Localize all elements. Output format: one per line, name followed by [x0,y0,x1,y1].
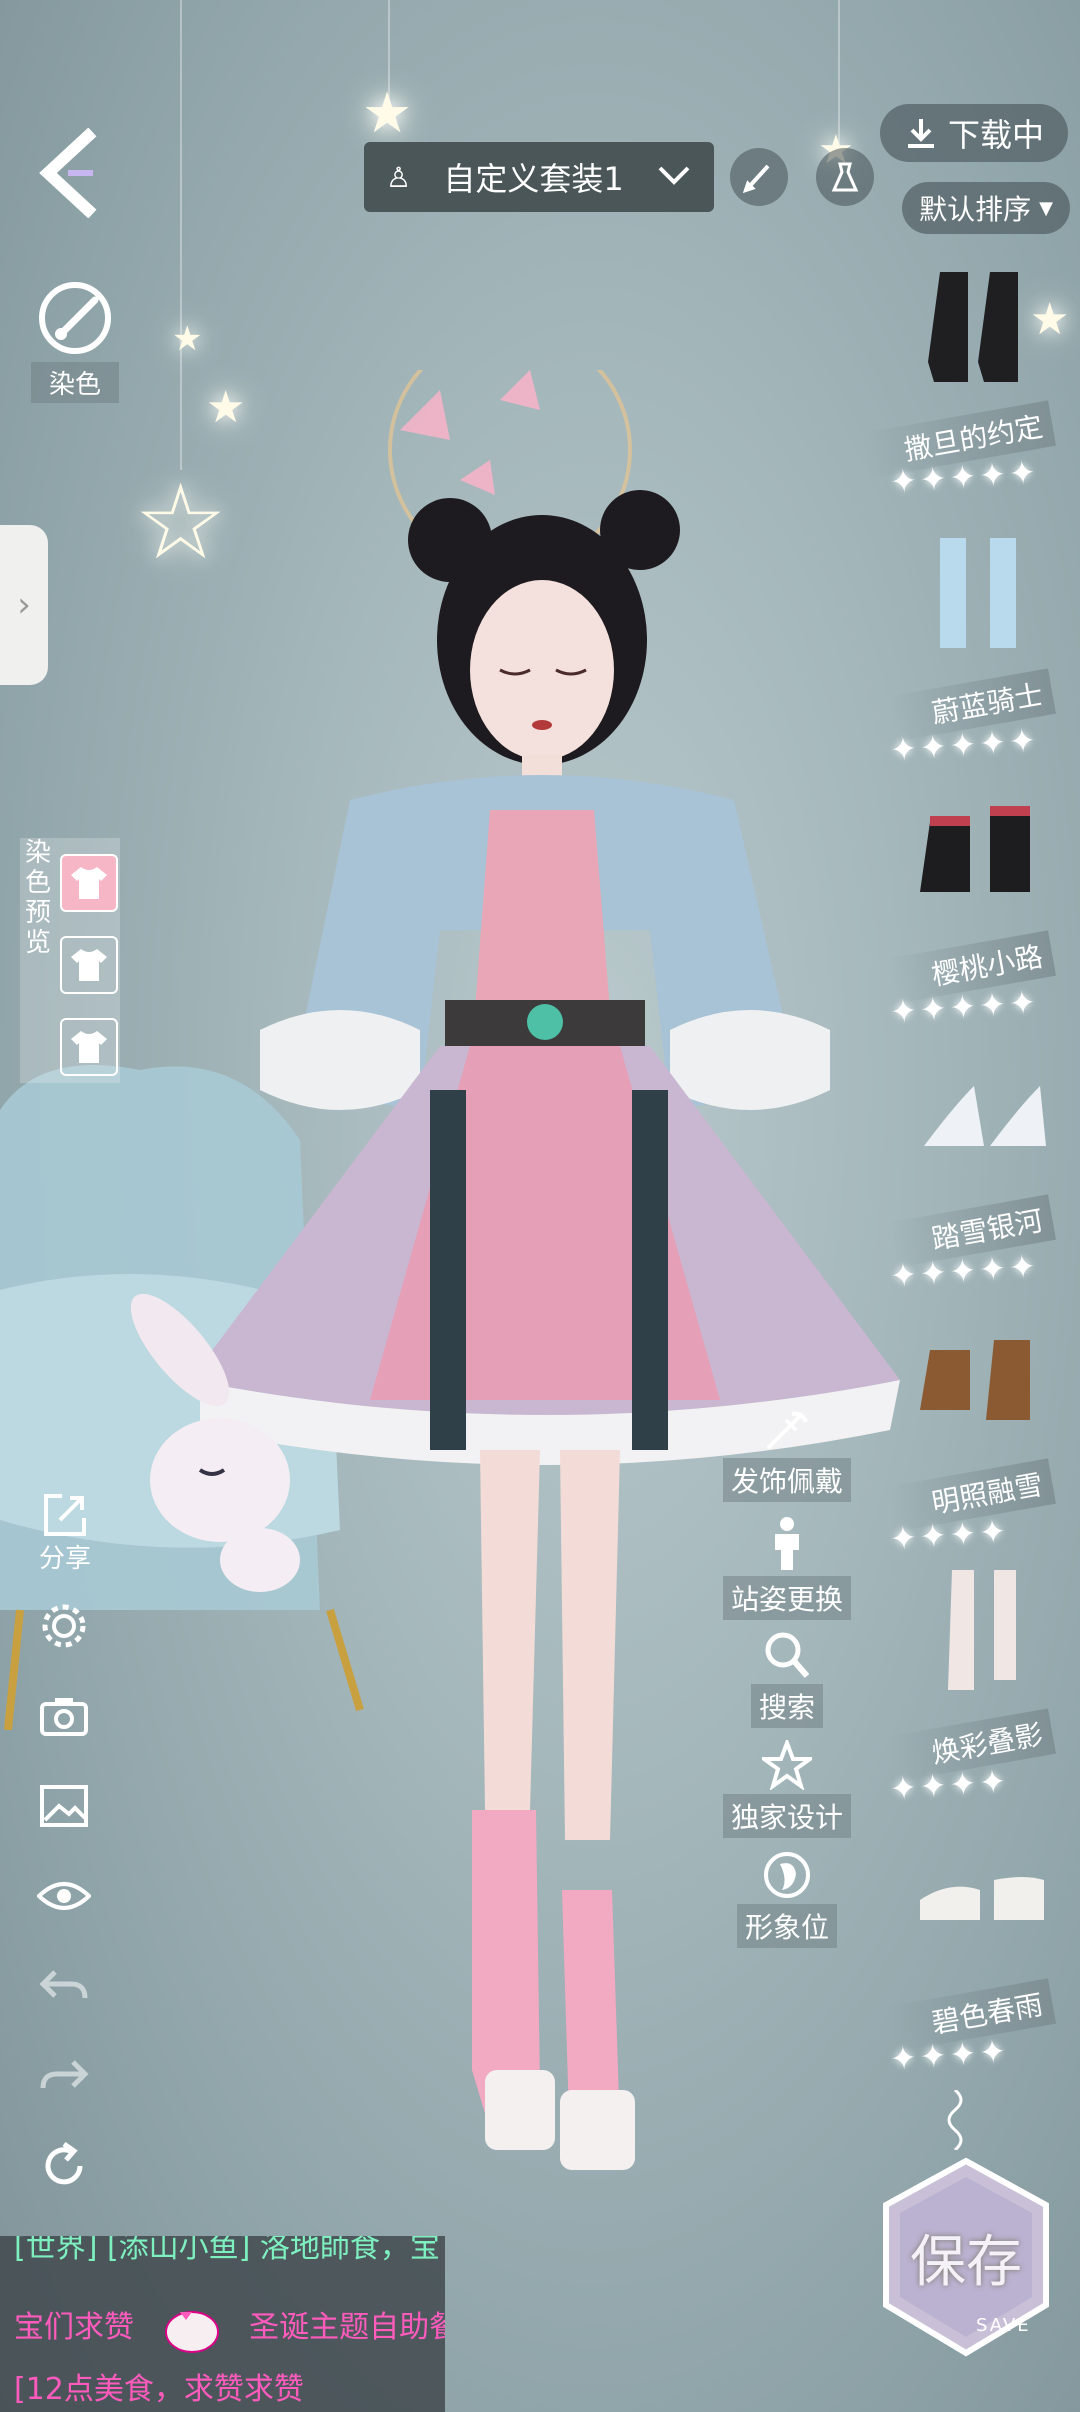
star-decoration-icon: ★ [172,319,203,359]
download-icon [907,119,934,148]
palette-icon [39,282,111,354]
share-button[interactable]: 分享 [30,1492,100,1575]
shoe-item[interactable]: 樱桃小路 ✦✦✦✦✦ [888,792,1070,1042]
dye-preview-title: 染 色 预 览 [24,838,51,958]
plush-rabbit [130,1293,300,1592]
sort-label: 默认排序 [919,193,1032,226]
chevron-right-icon: › [17,585,31,625]
avatar-slot-button[interactable]: 形象位 [722,1850,852,1948]
chat-panel[interactable]: [世界] [添山小鱼] 洛地師食，宝 宝们求赞 圣诞主题自助餐 [12点美食，求… [0,2236,445,2412]
person-icon [775,1517,799,1570]
hairpin-icon [766,1411,808,1450]
shoe-rating: ✦✦✦✦ [888,1761,1011,1809]
share-label: 分享 [38,1544,91,1574]
outfit-selector[interactable]: ♙ 自定义套装1 [364,142,714,212]
eye-icon [37,1882,91,1910]
settings-button[interactable] [34,1596,94,1656]
hanging-thread [180,0,182,470]
chevron-down-icon [656,158,692,196]
shoe-rating: ✦✦✦✦ [888,2031,1011,2079]
search-icon [765,1632,810,1678]
avatar-label: 形象位 [736,1904,837,1948]
shirt-icon [71,949,107,981]
search-button[interactable]: 搜索 [722,1630,852,1728]
back-arrow-icon [39,127,97,219]
shoe-thumbnail [920,806,1030,892]
image-icon [40,1785,88,1827]
profile-icon [764,1852,810,1898]
reset-button[interactable] [34,2136,94,2196]
download-label: 下载中 [947,116,1044,154]
pose-label: 站姿更换 [722,1576,851,1620]
camera-icon [40,1698,88,1736]
hide-ui-button[interactable] [34,1866,94,1926]
side-panel-toggle[interactable]: › [0,525,48,685]
shoe-item[interactable]: 明照融雪 ✦✦✦✦ [888,1320,1070,1570]
shoe-item[interactable]: 撒旦的约定 ✦✦✦✦✦ [860,262,1070,512]
undo-icon [39,1970,88,1999]
dye-label: 染色 [30,362,119,403]
outfit-button[interactable] [816,148,874,206]
chat-message: 宝们求赞 圣诞主题自助餐 [14,2302,445,2354]
exclusive-label: 独家设计 [722,1794,851,1838]
share-icon [44,1494,86,1536]
spring-decoration [947,2090,963,2150]
dye-preview-shirt-white[interactable] [60,1018,118,1076]
refresh-icon [45,2142,83,2185]
accessory-button[interactable]: 发饰佩戴 [722,1408,852,1502]
star-decoration-icon: ★ [362,81,413,146]
dye-preview-shirt-pink[interactable] [60,854,118,912]
star-outline-icon [762,1740,812,1790]
save-sub-label: SAVE [976,2315,1031,2336]
exclusive-design-button[interactable]: 独家设计 [722,1740,852,1838]
shoe-item[interactable]: 蔚蓝骑士 ✦✦✦✦✦ [888,530,1070,780]
save-button[interactable]: 保存 SAVE [876,2155,1056,2360]
chat-message: [12点美食，求赞求赞 [14,2372,304,2407]
camera-button[interactable] [34,1686,94,1746]
shoe-thumbnail [940,538,1016,648]
shoe-thumbnail [924,1086,1046,1146]
save-label: 保存 [910,2230,1022,2295]
dye-preview-panel: 染 色 预 览 [20,838,120,1083]
dye-preview-shirt-white[interactable] [60,936,118,994]
dress-icon [831,162,859,192]
accessory-label: 发饰佩戴 [722,1458,851,1502]
shoe-rating: ✦✦✦✦ [888,1511,1011,1559]
shoe-item[interactable]: 碧色春雨 ✦✦✦✦ [888,1840,1070,2090]
sort-dropdown[interactable]: 默认排序 ▼ [902,182,1070,234]
back-button[interactable] [38,127,108,219]
brush-icon [742,164,770,194]
shoe-thumbnail [920,1340,1030,1420]
brush-button[interactable] [730,148,788,206]
dress-icon: ♙ [386,160,412,194]
chat-message: [世界] [添山小鱼] 洛地師食，宝 [14,2236,440,2265]
redo-button[interactable] [34,2046,94,2106]
outfit-name: 自定义套装1 [443,160,624,198]
redo-icon [40,2060,89,2089]
shoe-thumbnail [928,272,1018,382]
pose-button[interactable]: 站姿更换 [722,1516,852,1620]
shoe-item[interactable]: 焕彩叠影 ✦✦✦✦ [888,1570,1070,1820]
gear-icon [42,1604,86,1648]
dye-tool[interactable]: 染色 [20,280,130,403]
shoe-thumbnail [920,1877,1044,1920]
download-button[interactable]: 下载中 [880,104,1068,162]
shirt-icon [71,1031,107,1063]
shirt-icon [71,867,107,899]
emoji-sticker [162,2304,222,2354]
search-label: 搜索 [750,1684,823,1728]
gallery-button[interactable] [34,1776,94,1836]
caret-down-icon: ▼ [1039,197,1053,219]
undo-button[interactable] [34,1956,94,2016]
shoe-thumbnail [948,1570,1016,1690]
shoe-item[interactable]: 踏雪银河 ✦✦✦✦✦ [888,1056,1070,1306]
